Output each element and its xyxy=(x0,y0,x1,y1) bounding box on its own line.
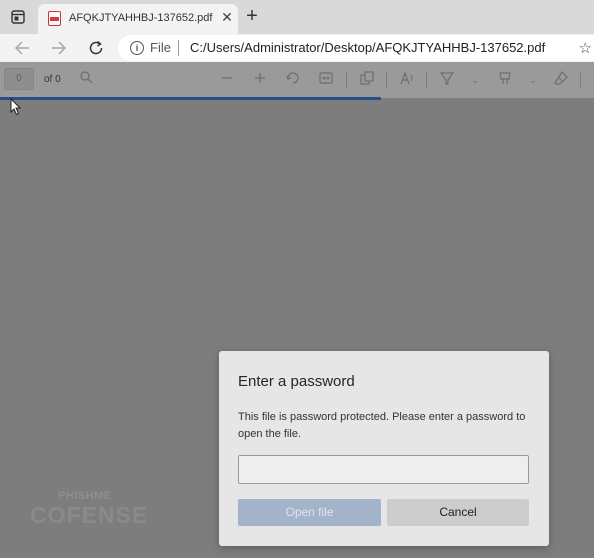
page-view-icon[interactable] xyxy=(358,71,376,89)
new-tab-button[interactable]: + xyxy=(242,5,262,27)
pdf-toolbar: 0 of 0 ⌄ ⌄ xyxy=(0,62,594,98)
cancel-button[interactable]: Cancel xyxy=(387,499,529,526)
tab-pdf[interactable]: AFQKJTYAHHBJ-137652.pdf ✕ xyxy=(38,4,238,34)
draw-icon[interactable] xyxy=(496,71,514,89)
search-icon[interactable] xyxy=(77,71,95,89)
watermark-cofense: COFENSE xyxy=(30,502,149,528)
password-dialog: Enter a password This file is password p… xyxy=(219,351,549,546)
tab-title: AFQKJTYAHHBJ-137652.pdf xyxy=(69,12,213,24)
erase-icon[interactable] xyxy=(552,71,570,89)
read-aloud-icon[interactable] xyxy=(398,71,416,89)
address-scheme: File xyxy=(150,40,171,55)
zoom-in-icon[interactable] xyxy=(251,71,269,89)
chevron-down-icon[interactable]: ⌄ xyxy=(466,71,484,89)
watermark-phishme: PHISHME xyxy=(58,490,112,502)
highlight-icon[interactable] xyxy=(438,71,456,89)
pdf-file-icon xyxy=(48,11,61,26)
address-url[interactable]: C:/Users/Administrator/Desktop/AFQKJTYAH… xyxy=(190,40,545,55)
toolbar-separator xyxy=(346,72,347,88)
password-input[interactable] xyxy=(238,455,529,484)
favorites-icon[interactable]: ☆ xyxy=(579,39,592,57)
navigation-bar: i File C:/Users/Administrator/Desktop/AF… xyxy=(0,34,594,62)
toolbar-separator xyxy=(386,72,387,88)
toolbar-separator xyxy=(426,72,427,88)
reload-icon[interactable] xyxy=(84,36,108,60)
info-icon[interactable]: i xyxy=(130,41,144,55)
back-icon[interactable] xyxy=(10,36,34,60)
open-file-button[interactable]: Open file xyxy=(238,499,381,526)
window-menu-icon[interactable] xyxy=(10,9,26,25)
fit-page-icon[interactable] xyxy=(317,71,335,89)
address-separator xyxy=(178,40,179,56)
chevron-down-icon[interactable]: ⌄ xyxy=(524,71,542,89)
zoom-out-icon[interactable] xyxy=(218,71,236,89)
cursor-icon xyxy=(10,98,22,116)
page-count: of 0 xyxy=(44,74,61,85)
dialog-title: Enter a password xyxy=(238,373,355,390)
loading-progress-bar xyxy=(0,97,381,100)
tab-strip: AFQKJTYAHHBJ-137652.pdf ✕ + xyxy=(0,0,594,34)
page-number-input[interactable]: 0 xyxy=(4,68,34,90)
dialog-message: This file is password protected. Please … xyxy=(238,411,526,440)
address-bar[interactable]: i File C:/Users/Administrator/Desktop/AF… xyxy=(118,35,594,61)
toolbar-separator xyxy=(580,72,581,88)
close-icon[interactable]: ✕ xyxy=(220,9,234,26)
forward-icon[interactable] xyxy=(47,36,71,60)
rotate-icon[interactable] xyxy=(284,71,302,89)
